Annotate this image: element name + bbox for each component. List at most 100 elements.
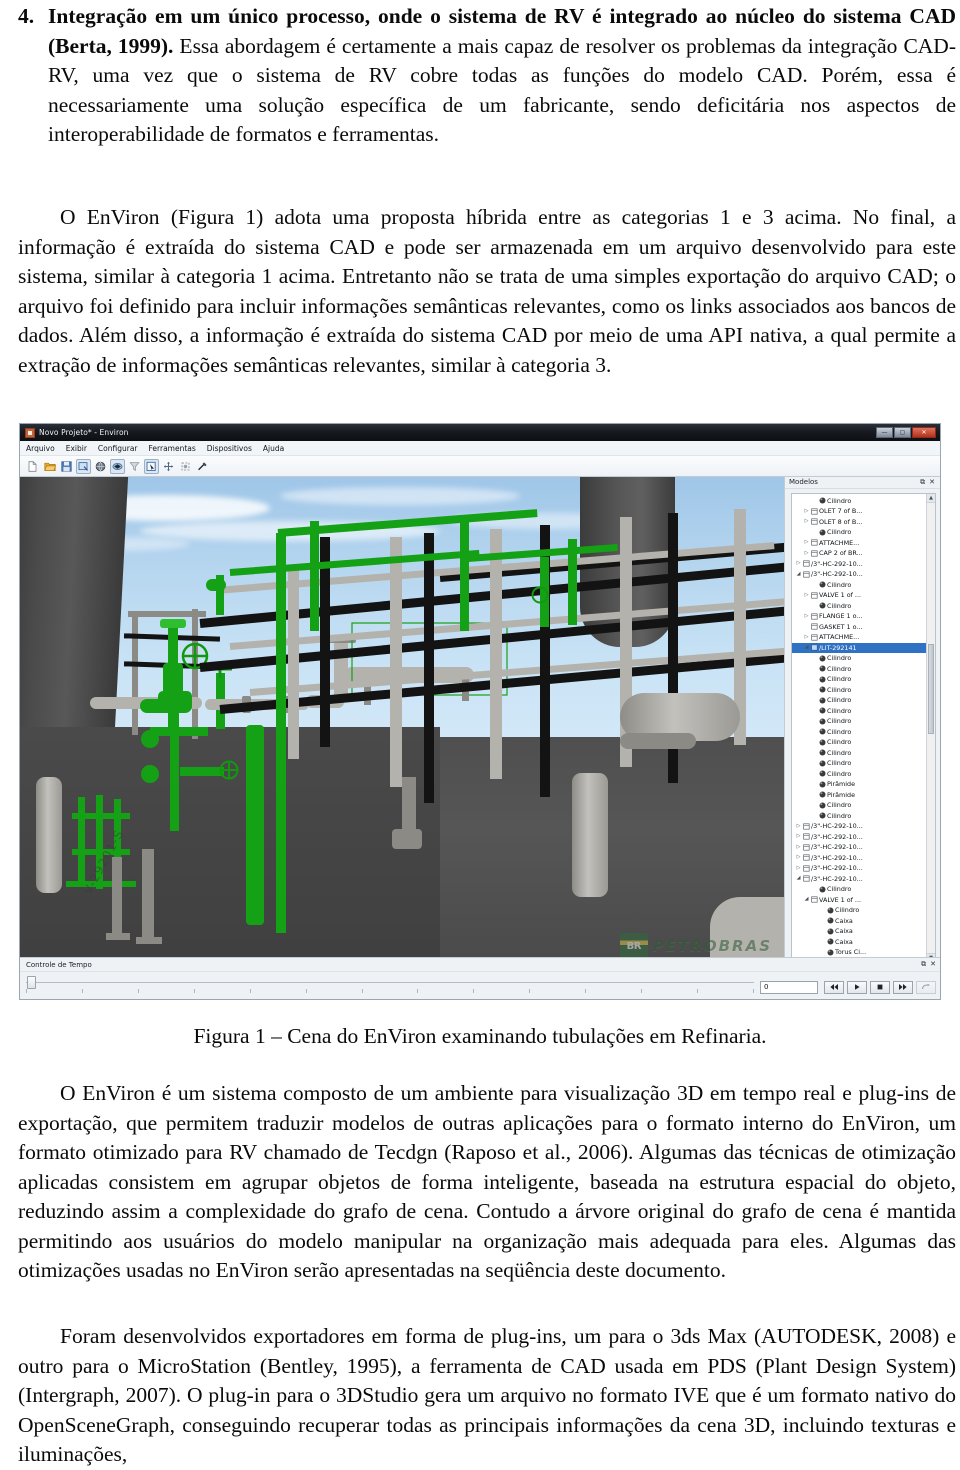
tree-item[interactable]: ▷ /3"-HC-292-10... [792,863,926,874]
tree-item[interactable]: ◢ /3"-HC-292-10... [792,569,926,580]
tree-item-label: Cilindro [827,580,852,589]
time-value-field[interactable]: 0 [760,980,818,994]
tree-item[interactable]: Cilindro [792,496,926,507]
tree-item[interactable]: Cilindro [792,737,926,748]
tree-item[interactable]: Cilindro [792,527,926,538]
expand-arrow-closed-icon[interactable]: ▷ [795,561,802,566]
tree-item-label: VALVE 1 of ... [819,895,862,904]
tree-item[interactable]: Pirâmide [792,779,926,790]
menu-item-ferramentas[interactable]: Ferramentas [149,444,196,453]
expand-arrow-closed-icon[interactable]: ▷ [803,519,810,524]
tree-item[interactable]: ▷ /3"-HC-292-10... [792,853,926,864]
expand-arrow-closed-icon[interactable]: ▷ [803,592,810,598]
measure-icon[interactable] [195,459,210,474]
float-panel-icon[interactable]: ⧉ [920,478,925,486]
expand-arrow-open-icon[interactable]: ◢ [795,571,802,577]
tree-item[interactable]: Torus Ci... [792,947,926,958]
tree-item[interactable]: Cilindro [792,748,926,759]
expand-arrow-open-icon[interactable]: ◢ [803,897,810,902]
tree-item[interactable]: Cilindro [792,716,926,727]
tree-item[interactable]: Cilindro [792,695,926,706]
tree-item[interactable]: ▷ /3"-HC-292-10... [792,842,926,853]
tree-item[interactable]: ▷ /3"-HC-292-10... [792,832,926,843]
tree-item[interactable]: Cilindro [792,706,926,717]
expand-arrow-closed-icon[interactable]: ▷ [795,823,802,829]
expand-arrow-closed-icon[interactable]: ▷ [803,550,810,556]
tree-item[interactable]: ▷ /3"-HC-292-10... [792,559,926,570]
timeline-slider[interactable] [26,975,754,999]
tree-item[interactable]: ▷ CAP 2 of BR... [792,548,926,559]
expand-arrow-closed-icon[interactable]: ▷ [795,834,802,839]
tree-item[interactable]: Cilindro [792,811,926,822]
tree-item[interactable]: Cilindro [792,664,926,675]
navigate-icon[interactable] [110,458,125,474]
float-panel-icon[interactable]: ⧉ [921,961,926,968]
expand-arrow-open-icon[interactable]: ◢ [795,876,802,881]
scrollbar-thumb[interactable] [928,643,934,734]
tree-item[interactable]: Cilindro [792,580,926,591]
expand-arrow-closed-icon[interactable]: ▷ [803,540,810,545]
pick-cursor-icon[interactable] [144,458,159,474]
new-file-icon[interactable] [25,459,40,474]
menu-item-dispositivos[interactable]: Dispositivos [207,444,252,453]
models-tree[interactable]: Cilindro ▷ OLET 7 of B... ▷ OLET 8 of B... Ci… [792,494,926,962]
tree-item[interactable]: ▷ VALVE 1 of ... [792,590,926,601]
tree-item[interactable]: Cilindro [792,905,926,916]
tree-item[interactable]: ▷ FLANGE 1 o... [792,611,926,622]
expand-arrow-closed-icon[interactable]: ▷ [803,613,810,619]
expand-arrow-closed-icon[interactable]: ▷ [803,634,810,640]
tree-item[interactable]: Cilindro [792,727,926,738]
rewind-button[interactable] [824,980,844,994]
close-button[interactable]: ✕ [912,427,936,438]
forward-button[interactable] [893,980,913,994]
move-icon[interactable] [161,459,176,474]
tree-item[interactable]: Cilindro [792,769,926,780]
tree-item[interactable]: ◢ VALVE 1 of ... [792,895,926,906]
viewport-3d[interactable]: V-29201-S BR PETROBRAS [20,477,786,967]
tree-item-label: Cilindro [827,717,852,726]
tree-item[interactable]: Cilindro [792,653,926,664]
tree-item[interactable]: ▷ OLET 7 of B... [792,506,926,517]
tree-item[interactable]: Caixa [792,937,926,948]
tree-item[interactable]: Cilindro [792,884,926,895]
tree-item[interactable]: Cilindro [792,758,926,769]
menu-item-arquivo[interactable]: Arquivo [26,444,55,453]
tree-item[interactable]: ▷ ATTACHME... [792,538,926,549]
tree-scrollbar[interactable]: ▲ ▼ [926,493,935,962]
tree-item[interactable]: ▷ /3"-HC-292-10... [792,821,926,832]
save-icon[interactable] [59,459,74,474]
tree-item[interactable]: ▷ ATTACHME... [792,632,926,643]
tree-item-selected[interactable]: ◢ /LIT-292141 [792,642,926,654]
tree-item[interactable]: Pirâmide [792,790,926,801]
timeline-thumb[interactable] [27,976,36,989]
filter-icon[interactable] [127,459,142,474]
tree-item[interactable]: Caixa [792,916,926,927]
play-button[interactable] [847,980,867,994]
minimize-button[interactable]: — [876,427,893,438]
maximize-button[interactable]: ▢ [894,427,911,438]
tree-item[interactable]: Cilindro [792,685,926,696]
tree-item[interactable]: ◢ /3"-HC-292-10... [792,874,926,885]
tree-item[interactable]: ▷ OLET 8 of B... [792,517,926,528]
tree-item[interactable]: Caixa [792,926,926,937]
expand-arrow-closed-icon[interactable]: ▷ [803,508,810,514]
globe-icon[interactable] [93,459,108,474]
menu-item-configurar[interactable]: Configurar [98,444,138,453]
close-panel-icon[interactable]: ✕ [930,961,936,968]
expand-arrow-open-icon[interactable]: ◢ [803,645,810,650]
bounding-box-icon[interactable] [178,459,193,474]
tree-item[interactable]: Cilindro [792,601,926,612]
menu-item-exibir[interactable]: Exibir [66,444,87,453]
tree-item[interactable]: Cilindro [792,800,926,811]
expand-arrow-closed-icon[interactable]: ▷ [795,844,802,850]
expand-arrow-closed-icon[interactable]: ▷ [795,855,802,860]
tree-item[interactable]: GASKET 1 o... [792,622,926,633]
tree-item[interactable]: Cilindro [792,674,926,685]
close-panel-icon[interactable]: ✕ [929,478,935,486]
select-region-icon[interactable] [76,458,91,474]
scroll-up-arrow[interactable]: ▲ [927,493,935,503]
open-folder-icon[interactable] [42,459,57,474]
stop-button[interactable] [870,980,890,994]
expand-arrow-closed-icon[interactable]: ▷ [795,865,802,871]
menu-item-ajuda[interactable]: Ajuda [263,444,284,453]
